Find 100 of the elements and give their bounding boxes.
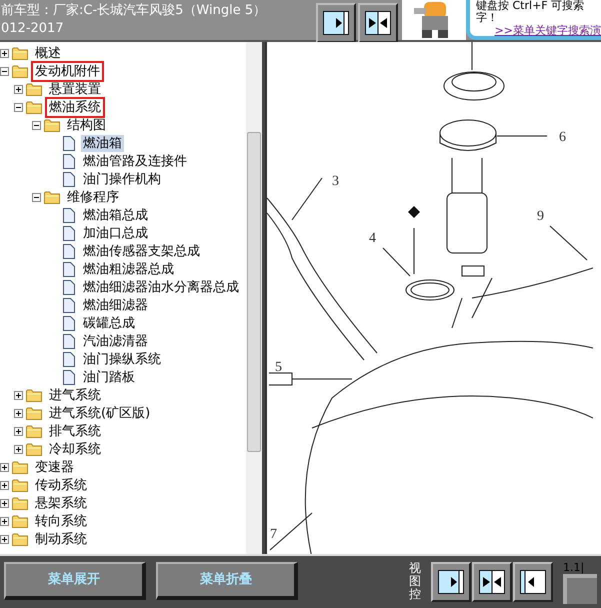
tree-item[interactable]: 燃油粗滤器总成 (81, 260, 176, 278)
view-control-label: 视图控 (409, 562, 421, 601)
callout-number: 6 (559, 130, 566, 145)
expand-icon[interactable] (14, 84, 23, 94)
callout-number: 9 (537, 209, 544, 224)
expand-right-icon (438, 570, 464, 594)
tree-item[interactable]: 悬架系统 (31, 492, 91, 514)
tree-item[interactable]: 燃油箱总成 (81, 206, 150, 224)
folder-icon (26, 100, 42, 114)
folder-icon (12, 478, 28, 492)
document-icon (62, 154, 75, 168)
expand-icon[interactable] (0, 534, 9, 544)
folder-icon (12, 64, 28, 78)
scrollbar[interactable] (246, 42, 262, 554)
expand-icon[interactable] (14, 390, 23, 400)
view-button[interactable] (472, 562, 512, 602)
tree-item[interactable]: 结构图 (63, 114, 110, 136)
callout-box (268, 372, 292, 386)
folder-icon (12, 514, 28, 528)
folder-icon (12, 46, 28, 60)
folder-icon (26, 82, 42, 96)
split-icon (479, 570, 505, 594)
tree-item[interactable]: 制动系统 (31, 528, 91, 550)
document-icon (62, 172, 75, 186)
tree-item[interactable]: 变速器 (31, 456, 78, 478)
document-icon (62, 244, 75, 258)
document-icon (62, 226, 75, 240)
collapse-icon[interactable] (32, 120, 41, 130)
callout-number: 4 (369, 231, 376, 246)
tree-item[interactable]: 燃油细滤器 (81, 296, 150, 314)
tree-item[interactable]: 燃油箱 (81, 134, 124, 152)
document-icon (62, 352, 75, 366)
scrollbar-thumb[interactable] (247, 132, 261, 452)
tip-text: 键盘按 Ctrl+F 可搜索 (476, 0, 586, 12)
leader-line (292, 378, 352, 380)
tree-item[interactable]: 油门操纵系统 (81, 350, 163, 368)
leader-line (292, 178, 322, 220)
expand-icon[interactable] (14, 444, 23, 454)
tree-item[interactable]: 汽油滤清器 (81, 332, 150, 350)
version-text: 1.1| (563, 562, 586, 574)
leader-line (382, 248, 410, 276)
callout-number: 7 (270, 527, 277, 542)
expand-icon[interactable] (0, 48, 9, 58)
expand-icon[interactable] (14, 426, 23, 436)
document-icon (62, 316, 75, 330)
tree-item[interactable]: 概述 (31, 42, 65, 64)
view-button[interactable] (513, 562, 553, 602)
tree-item[interactable]: 燃油传感器支架总成 (81, 242, 202, 260)
tree-item[interactable]: 转向系统 (31, 510, 91, 532)
tree-item[interactable]: 排气系统 (45, 420, 105, 442)
expand-icon[interactable] (0, 480, 9, 490)
expand-icon[interactable] (0, 462, 9, 472)
document-icon (62, 298, 75, 312)
tree-item[interactable]: 进气系统(矿区版) (45, 402, 154, 424)
expand-left-icon (520, 570, 546, 594)
view-button[interactable] (358, 3, 398, 43)
folder-icon (26, 424, 42, 438)
document-icon (62, 370, 75, 384)
view-button[interactable] (431, 562, 471, 602)
collapse-icon[interactable] (32, 192, 41, 202)
folder-icon (12, 460, 28, 474)
document-icon (62, 262, 75, 276)
tree-item[interactable]: 传动系统 (31, 474, 91, 496)
callout-number: 3 (332, 174, 339, 189)
collapse-icon[interactable] (0, 66, 9, 76)
search-demo-link[interactable]: >>菜单关键字搜索演 (494, 24, 601, 36)
document-icon (62, 136, 75, 150)
tree-item[interactable]: 发动机附件 (31, 60, 104, 82)
split-icon (365, 11, 391, 35)
document-icon (62, 208, 75, 222)
expand-icon[interactable] (0, 498, 9, 508)
folder-icon (44, 118, 60, 132)
document-icon (62, 280, 75, 294)
tree-item[interactable]: 维修程序 (63, 186, 123, 208)
folder-icon (44, 190, 60, 204)
status-box (563, 574, 597, 604)
tree-item[interactable]: 加油口总成 (81, 224, 150, 242)
folder-icon (12, 532, 28, 546)
folder-icon (26, 388, 42, 402)
tree-item[interactable]: 燃油细滤器油水分离器总成 (81, 278, 241, 296)
folder-icon (26, 406, 42, 420)
vehicle-title: 前车型：厂家:C-长城汽车风骏5（Wingle 5） (1, 2, 268, 20)
view-button[interactable] (316, 3, 356, 43)
tree-item[interactable]: 悬置装置 (45, 78, 105, 100)
tree-item[interactable]: 油门踏板 (81, 368, 137, 386)
tree-item[interactable]: 碳罐总成 (81, 314, 137, 332)
callout-number: 5 (275, 360, 282, 375)
diamond-icon (408, 206, 420, 218)
expand-icon[interactable] (0, 516, 9, 526)
tree-item[interactable]: 油门操作机构 (81, 170, 163, 188)
tree-item[interactable]: 进气系统 (45, 384, 105, 406)
vehicle-title: 012-2017 (1, 20, 65, 38)
collapse-icon[interactable] (14, 102, 23, 112)
tree-item[interactable]: 燃油管路及连接件 (81, 152, 189, 170)
tree-item[interactable]: 燃油系统 (45, 96, 105, 118)
tree-item[interactable]: 冷却系统 (45, 438, 105, 460)
leader-line (550, 226, 588, 260)
expand-icon[interactable] (14, 408, 23, 418)
leader-line (270, 512, 312, 550)
folder-icon (26, 442, 42, 456)
